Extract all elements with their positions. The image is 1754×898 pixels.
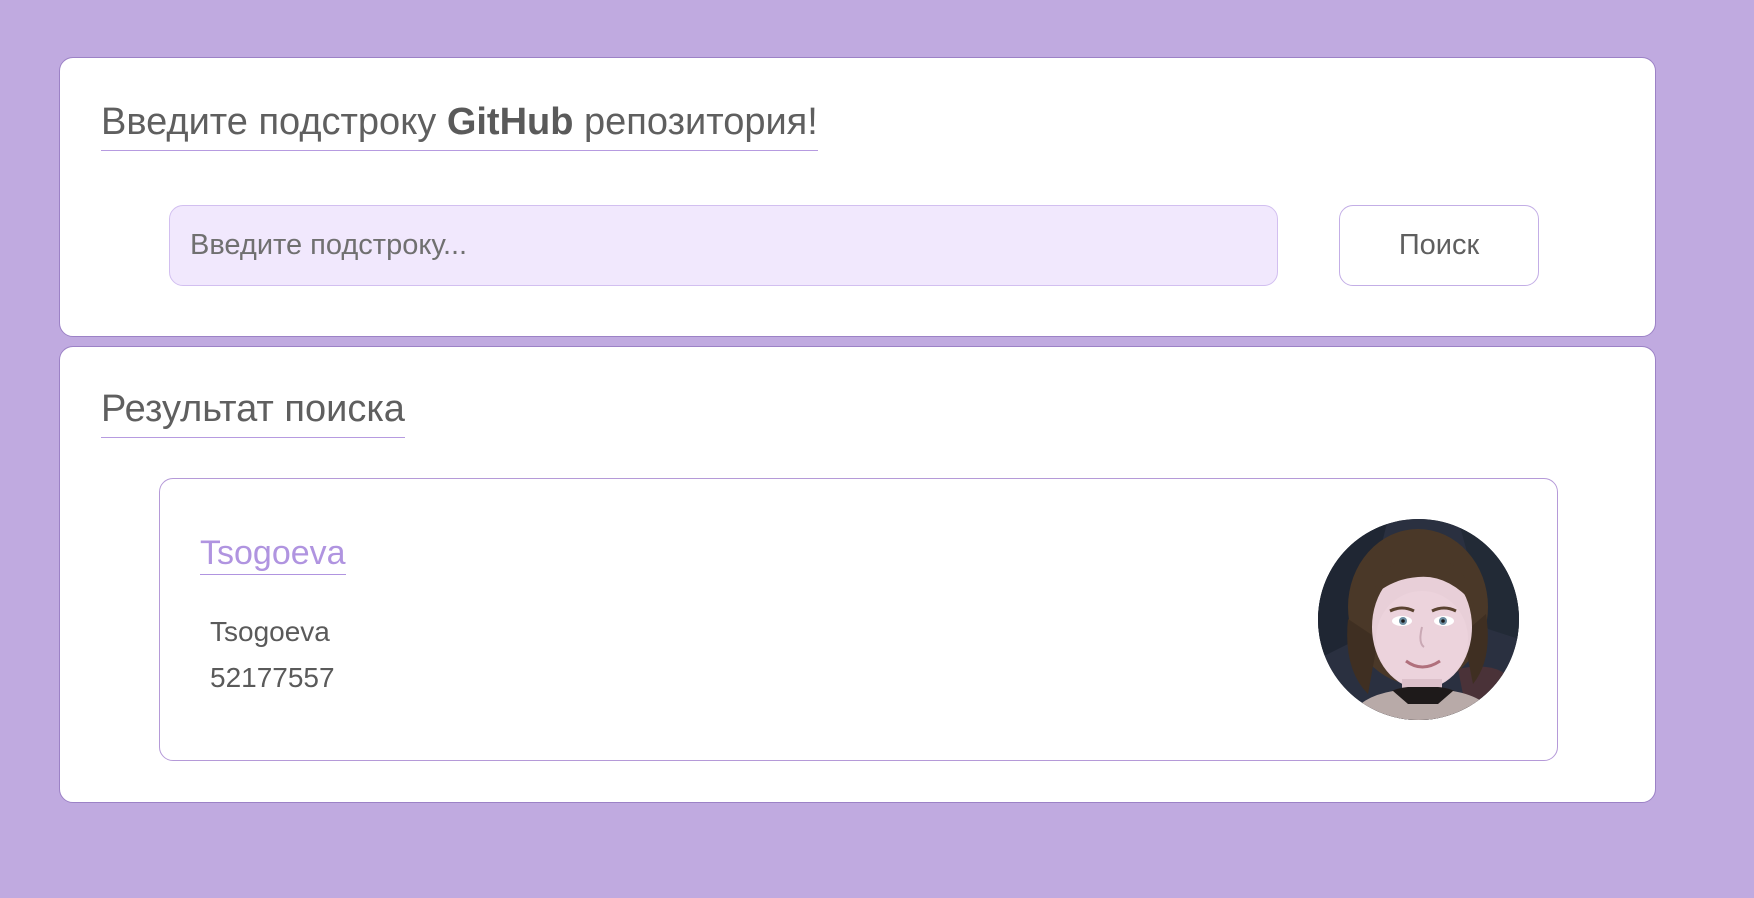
avatar-image — [1318, 519, 1519, 720]
user-avatar-photo — [1318, 519, 1519, 720]
result-id: 52177557 — [210, 662, 335, 693]
result-name-link[interactable]: Tsogoeva — [200, 533, 346, 575]
search-panel: Введите подстроку GitHub репозитория! По… — [59, 57, 1656, 337]
search-title-suffix: репозитория! — [573, 101, 818, 143]
result-card: Tsogoeva Tsogoeva 52177557 — [159, 478, 1558, 761]
search-button[interactable]: Поиск — [1339, 205, 1539, 286]
search-input[interactable] — [169, 205, 1278, 286]
results-title: Результат поиска — [101, 387, 405, 438]
search-title-prefix: Введите подстроку — [101, 101, 447, 143]
result-login: Tsogoeva — [210, 616, 330, 647]
search-title-bold: GitHub — [446, 101, 574, 143]
search-title: Введите подстроку GitHub репозитория! — [101, 100, 818, 151]
results-panel: Результат поиска Tsogoeva Tsogoeva 52177… — [59, 346, 1656, 803]
